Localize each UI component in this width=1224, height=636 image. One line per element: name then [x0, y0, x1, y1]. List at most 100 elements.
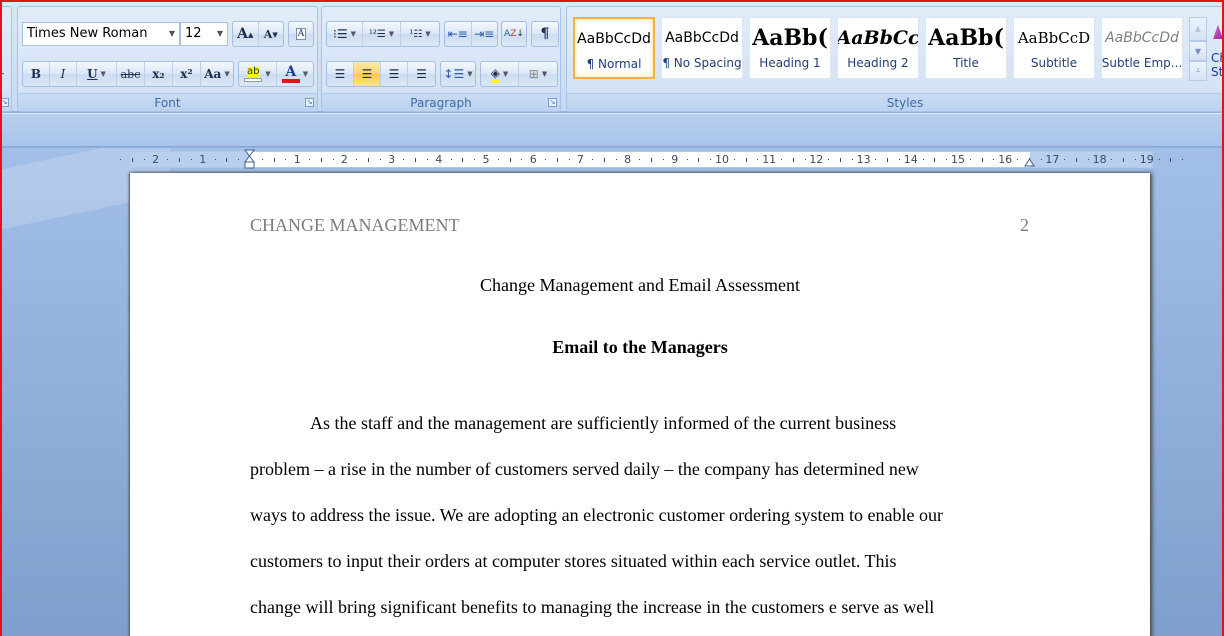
align-left-button[interactable]: ☰ [327, 62, 354, 86]
underline-button[interactable]: U ▼ [77, 62, 117, 86]
chevron-down-icon[interactable]: ▼ [165, 23, 179, 45]
ruler-number: 9 [671, 153, 679, 166]
ruler-dot [261, 159, 263, 160]
style-name: ¶ Normal [586, 57, 642, 71]
numbering-button[interactable]: ¹²☰ ▼ [363, 22, 401, 46]
chevron-down-icon[interactable]: ▼ [467, 70, 472, 78]
paragraph-line: customers to input their orders at compu… [250, 551, 897, 571]
superscript-button[interactable]: x² [173, 62, 201, 86]
gallery-more[interactable]: ⩡ [1189, 61, 1207, 81]
font-dialog-launcher[interactable]: ↘ [305, 98, 314, 107]
style-no-spacing[interactable]: AaBbCcDd ¶ No Spacing [661, 17, 743, 79]
ruler-dot [238, 159, 240, 160]
first-line-indent-marker[interactable] [244, 149, 255, 169]
ruler-dot [804, 159, 806, 160]
ruler-dot [851, 159, 853, 160]
justify-button[interactable]: ☰ [408, 62, 435, 86]
chevron-down-icon[interactable]: ▼ [101, 70, 106, 78]
clear-formatting-button[interactable]: A [289, 22, 313, 46]
line-spacing-icon: ↕☰ [443, 67, 465, 81]
style-preview: AaBbCcDd [577, 31, 651, 47]
multilevel-list-button[interactable]: ¹☷ ▼ [401, 22, 439, 46]
shrink-font-button[interactable]: A ▼ [259, 22, 284, 46]
chevron-down-icon[interactable]: ▼ [224, 70, 229, 78]
ruler-tick [226, 158, 228, 162]
chevron-down-icon[interactable]: ▼ [351, 30, 356, 38]
style-name: Subtle Emp... [1101, 56, 1183, 70]
increase-indent-button[interactable]: ⇥≡ [472, 22, 498, 46]
subscript-button[interactable]: x₂ [145, 62, 173, 86]
style-normal[interactable]: AaBbCcDd ¶ Normal [573, 17, 655, 79]
bullets-button[interactable]: ⁝☰ ▼ [327, 22, 363, 46]
ruler-dot [191, 159, 192, 160]
borders-button[interactable]: ⊞ ▼ [519, 62, 557, 86]
grow-font-button[interactable]: A ▲ [233, 22, 259, 46]
body-paragraph: As the staff and the management are suff… [250, 400, 1040, 630]
font-group-label: Font [18, 93, 317, 111]
document-page[interactable]: CHANGE MANAGEMENT 2 Change Management an… [130, 173, 1150, 636]
font-color-button[interactable]: A ▼ [277, 62, 313, 86]
bold-button[interactable]: B [23, 62, 50, 86]
style-heading-2[interactable]: AaBbCc Heading 2 [837, 17, 919, 79]
ruler-dot [521, 159, 523, 160]
ruler-dot [757, 159, 759, 160]
chevron-down-icon[interactable]: ▼ [265, 70, 270, 78]
style-subtle-emphasis[interactable]: AaBbCcDd Subtle Emp... [1101, 17, 1183, 79]
chevron-down-icon[interactable]: ▼ [303, 70, 308, 78]
decrease-indent-icon: ⇤≡ [447, 27, 468, 41]
ruler-dot [781, 159, 782, 160]
font-size-buttons: A ▲ A ▼ [232, 21, 284, 47]
chevron-down-icon[interactable]: ▼ [425, 30, 430, 38]
style-heading-1[interactable]: AaBb( Heading 1 [749, 17, 831, 79]
font-style-buttons: B I U ▼ abc x₂ x² Aa ▼ [22, 61, 234, 87]
style-preview: AaBbCcDd [665, 30, 739, 46]
line-spacing-button[interactable]: ↕☰ ▼ [441, 62, 475, 86]
strikethrough-icon: abc [120, 67, 141, 81]
gallery-scroll-up[interactable]: ▲ [1189, 17, 1207, 41]
italic-button[interactable]: I [50, 62, 77, 86]
ruler-tick [934, 158, 936, 162]
chevron-down-icon[interactable]: ▼ [213, 23, 227, 45]
decrease-indent-button[interactable]: ⇤≡ [445, 22, 472, 46]
font-name-combobox[interactable]: Times New Roman ▼ [22, 22, 180, 46]
ruler-tick [368, 158, 369, 162]
show-hide-marks-button[interactable]: ¶ [532, 22, 558, 46]
horizontal-ruler[interactable]: 2 1 1 2 3 4 5 6 7 8 9 10 11 12 13 14 15 16 17 18 19 [120, 151, 1184, 168]
styles-gallery: AaBbCcDd ¶ Normal AaBbCcDd ¶ No Spacing … [573, 17, 1183, 79]
sort-button[interactable]: AZ↓ [502, 22, 526, 46]
font-size-combobox[interactable]: 12 ▼ [180, 22, 228, 46]
paragraph-dialog-launcher[interactable]: ↘ [548, 98, 557, 107]
highlight-button[interactable]: ab ▼ [239, 62, 277, 86]
chevron-down-icon[interactable]: ▼ [542, 70, 547, 78]
gallery-scroll-down[interactable]: ▼ [1189, 41, 1207, 61]
chevron-up-icon: ▲ [1194, 24, 1202, 33]
align-center-button[interactable]: ☰ [354, 62, 381, 86]
ruler-number: 10 [715, 153, 729, 166]
chevron-down-icon[interactable]: ▼ [389, 30, 394, 38]
ruler-tick [792, 158, 794, 162]
align-right-button[interactable]: ☰ [381, 62, 408, 86]
ruler-dot [1135, 159, 1136, 160]
style-subtitle[interactable]: AaBbCcD Subtitle [1013, 17, 1095, 79]
ruler-dot [285, 159, 287, 160]
bullet-list-icon: ⁝☰ [333, 27, 348, 41]
change-case-button[interactable]: Aa ▼ [201, 62, 233, 86]
chevron-down-icon[interactable]: ▼ [503, 70, 508, 78]
strikethrough-button[interactable]: abc [117, 62, 145, 86]
shading-button[interactable]: ◈ ▼ [481, 62, 519, 86]
font-group: Times New Roman ▼ 12 ▼ A ▲ A ▼ A B I U ▼ ab… [17, 6, 318, 112]
ruler-dot [922, 159, 924, 160]
style-name: Title [953, 56, 979, 70]
right-indent-marker[interactable] [1024, 157, 1035, 167]
ruler-dot [143, 159, 145, 160]
ruler-dot [993, 159, 995, 160]
ruler-dot [875, 159, 877, 160]
ruler-tick [509, 158, 511, 162]
ruler-tick [1076, 158, 1077, 162]
ruler-dot [497, 159, 499, 160]
styles-group: AaBbCcDd ¶ Normal AaBbCcDd ¶ No Spacing … [566, 6, 1224, 112]
style-title[interactable]: AaBb( Title [925, 17, 1007, 79]
running-head: CHANGE MANAGEMENT [250, 215, 460, 235]
ruler-tick [981, 158, 983, 162]
ruler-number: 4 [435, 153, 443, 166]
